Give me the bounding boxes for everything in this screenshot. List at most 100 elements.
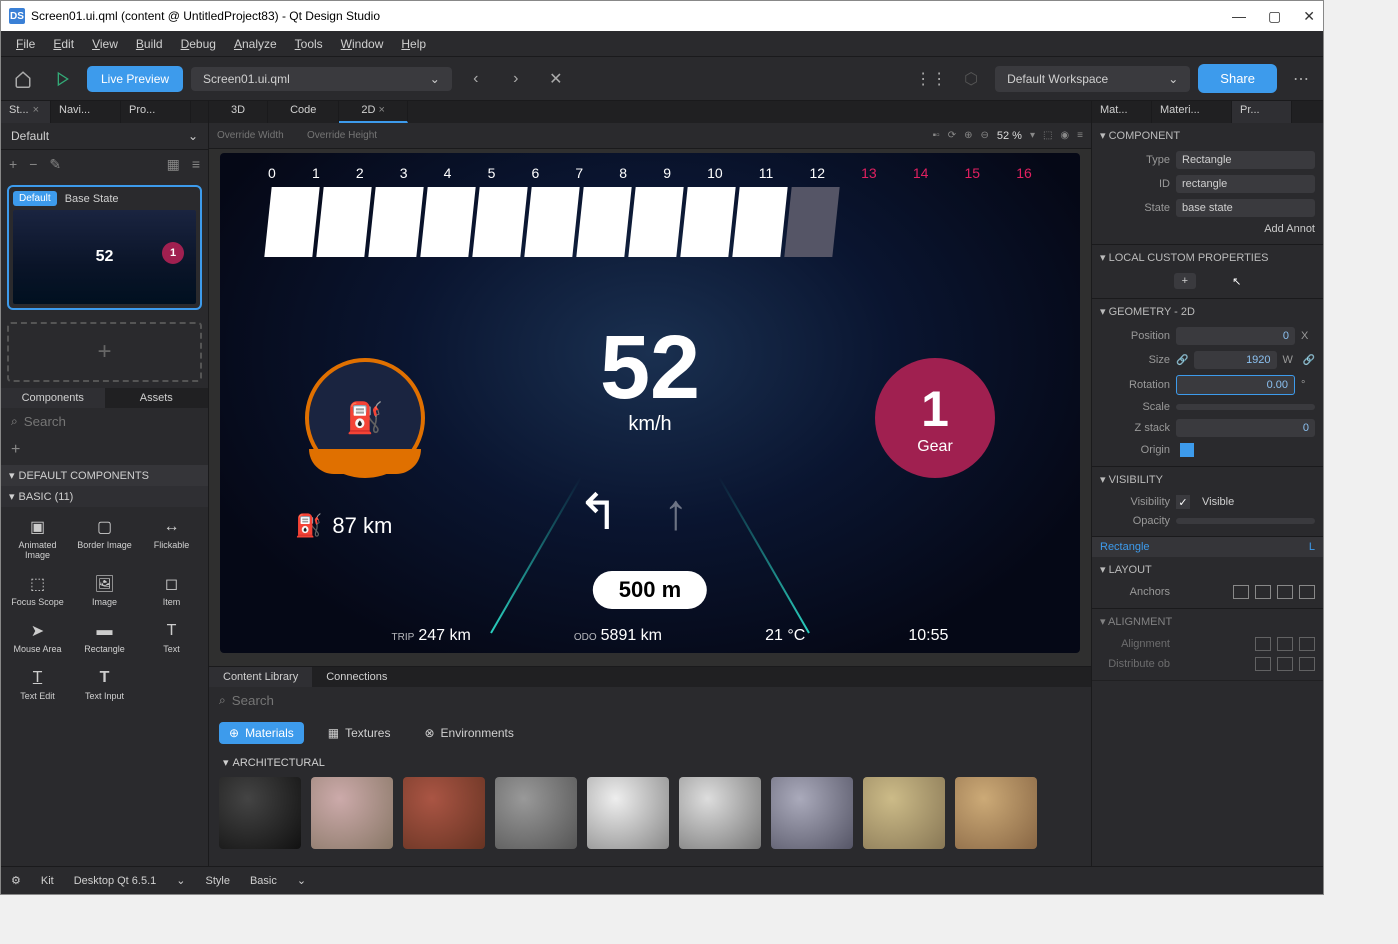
edit-icon[interactable]: ✎ — [49, 156, 61, 173]
material-swatch[interactable] — [679, 777, 761, 849]
prop-scale[interactable] — [1176, 404, 1315, 410]
close-button[interactable]: ✕ — [1303, 8, 1315, 25]
state-selector[interactable]: Default ⌄ — [1, 123, 208, 150]
tab-2d[interactable]: 2D × — [339, 101, 408, 123]
tab-materials-short[interactable]: Mat... — [1092, 101, 1152, 123]
component-item[interactable]: ◻Item — [139, 568, 204, 613]
menu-help[interactable]: Help — [392, 33, 435, 55]
component-mouse-area[interactable]: ➤Mouse Area — [5, 615, 70, 660]
tab-3d[interactable]: 3D — [209, 101, 268, 123]
prop-state[interactable]: base state — [1176, 199, 1315, 217]
cat-textures[interactable]: ▦Textures — [318, 722, 401, 744]
anchor-icon[interactable] — [1277, 585, 1293, 599]
anchor-icon[interactable] — [1233, 585, 1249, 599]
zoom-in-icon[interactable]: ⊕ — [964, 130, 972, 141]
tab-connections[interactable]: Connections — [312, 667, 401, 687]
component-animated-image[interactable]: ▣Animated Image — [5, 511, 70, 566]
breadcrumb[interactable]: RectangleL — [1092, 537, 1323, 557]
align-icon[interactable] — [1255, 637, 1271, 651]
graph-icon[interactable]: ⋮⋮ — [915, 66, 947, 92]
material-swatch[interactable] — [587, 777, 669, 849]
prop-id[interactable]: rectangle — [1176, 175, 1315, 193]
material-swatch[interactable] — [403, 777, 485, 849]
distribute-icon[interactable] — [1299, 657, 1315, 671]
anchor-icon[interactable] — [1299, 585, 1315, 599]
tab-material-browser[interactable]: Materi... — [1152, 101, 1232, 123]
tab-content-library[interactable]: Content Library — [209, 667, 312, 687]
add-property-button[interactable]: + — [1174, 273, 1196, 289]
menu-tools[interactable]: Tools — [286, 33, 332, 55]
menu-window[interactable]: Window — [332, 33, 393, 55]
prop-rotation[interactable]: 0.00 — [1176, 375, 1295, 395]
nav-back-button[interactable]: ‹ — [460, 66, 492, 92]
live-preview-button[interactable]: Live Preview — [87, 66, 183, 92]
prop-position-x[interactable]: 0 — [1176, 327, 1295, 345]
kit-selector[interactable]: Desktop Qt 6.5.1⌄ — [74, 874, 186, 887]
override-height-input[interactable] — [307, 130, 387, 141]
component-text-input[interactable]: TText Input — [72, 662, 137, 707]
menu-debug[interactable]: Debug — [172, 33, 225, 55]
material-swatch[interactable] — [771, 777, 853, 849]
material-swatch[interactable] — [495, 777, 577, 849]
add-state-button[interactable]: + — [7, 322, 202, 382]
tab-navigator[interactable]: Navi... — [51, 101, 121, 123]
distribute-icon[interactable] — [1277, 657, 1293, 671]
component-text-edit[interactable]: T̲Text Edit — [5, 662, 70, 707]
zoom-out-icon[interactable]: ⊖ — [980, 130, 988, 141]
settings-icon[interactable]: ≡ — [1077, 130, 1083, 141]
cat-environments[interactable]: ⊗Environments — [414, 722, 523, 744]
style-selector[interactable]: Basic⌄ — [250, 874, 306, 887]
menu-view[interactable]: View — [83, 33, 127, 55]
prop-size-w[interactable]: 1920 — [1194, 351, 1276, 369]
add-annotation-button[interactable]: Add Annot — [1264, 223, 1315, 235]
align-icon[interactable] — [1277, 637, 1293, 651]
distribute-icon[interactable] — [1255, 657, 1271, 671]
prop-origin[interactable] — [1180, 443, 1194, 457]
fit-icon[interactable]: ⬚ — [1043, 130, 1052, 141]
component-text[interactable]: TText — [139, 615, 204, 660]
share-button[interactable]: Share — [1198, 64, 1277, 93]
nav-close-button[interactable]: ✕ — [540, 66, 572, 92]
refresh-icon[interactable]: ⟳ — [948, 130, 956, 141]
prop-zstack[interactable]: 0 — [1176, 419, 1315, 437]
nav-forward-button[interactable]: › — [500, 66, 532, 92]
menu-analyze[interactable]: Analyze — [225, 33, 286, 55]
minimize-button[interactable]: — — [1232, 8, 1246, 25]
components-search-input[interactable] — [24, 414, 201, 429]
settings-gear-icon[interactable]: ⚙ — [11, 874, 21, 887]
file-selector[interactable]: Screen01.ui.qml ⌄ — [191, 67, 452, 91]
component-focus-scope[interactable]: ⬚Focus Scope — [5, 568, 70, 613]
material-swatch[interactable] — [311, 777, 393, 849]
default-components-header[interactable]: ▾DEFAULT COMPONENTS — [1, 465, 208, 486]
material-swatch[interactable] — [863, 777, 945, 849]
material-swatch[interactable] — [219, 777, 301, 849]
home-button[interactable] — [7, 66, 39, 92]
tab-states[interactable]: St...× — [1, 101, 51, 123]
tab-projects[interactable]: Pro... — [121, 101, 191, 123]
cat-materials[interactable]: ⊕Materials — [219, 722, 304, 744]
visibility-checkbox[interactable]: ✓ — [1176, 495, 1190, 509]
run-button[interactable] — [47, 66, 79, 92]
tab-components[interactable]: Components — [1, 388, 105, 408]
prop-type[interactable]: Rectangle — [1176, 151, 1315, 169]
canvas-2d[interactable]: 012345678910111213141516 ⛽ 52 km/h — [209, 149, 1091, 666]
camera-icon[interactable]: ◉ — [1060, 130, 1069, 141]
grid-view-icon[interactable]: ▦ — [167, 156, 180, 173]
component-image[interactable]: 🖼Image — [72, 568, 137, 613]
more-button[interactable]: ⋯ — [1285, 66, 1317, 92]
list-view-icon[interactable]: ≡ — [192, 156, 200, 173]
component-flickable[interactable]: ↔Flickable — [139, 511, 204, 566]
anchor-icon[interactable] — [1255, 585, 1271, 599]
content-search-input[interactable] — [232, 693, 1081, 708]
menu-edit[interactable]: Edit — [44, 33, 83, 55]
menu-file[interactable]: FFileile — [7, 33, 44, 55]
warning-icon[interactable]: ⬡ — [955, 66, 987, 92]
add-component-icon[interactable]: + — [11, 441, 20, 458]
tab-assets[interactable]: Assets — [105, 388, 209, 408]
state-thumbnail-default[interactable]: Default Base State 52 1 — [7, 185, 202, 310]
override-width-input[interactable] — [217, 130, 297, 141]
prop-opacity[interactable] — [1176, 518, 1315, 524]
basic-header[interactable]: ▾BASIC (11) — [1, 486, 208, 507]
architectural-header[interactable]: ▾ARCHITECTURAL — [209, 752, 1091, 773]
menu-build[interactable]: Build — [127, 33, 172, 55]
